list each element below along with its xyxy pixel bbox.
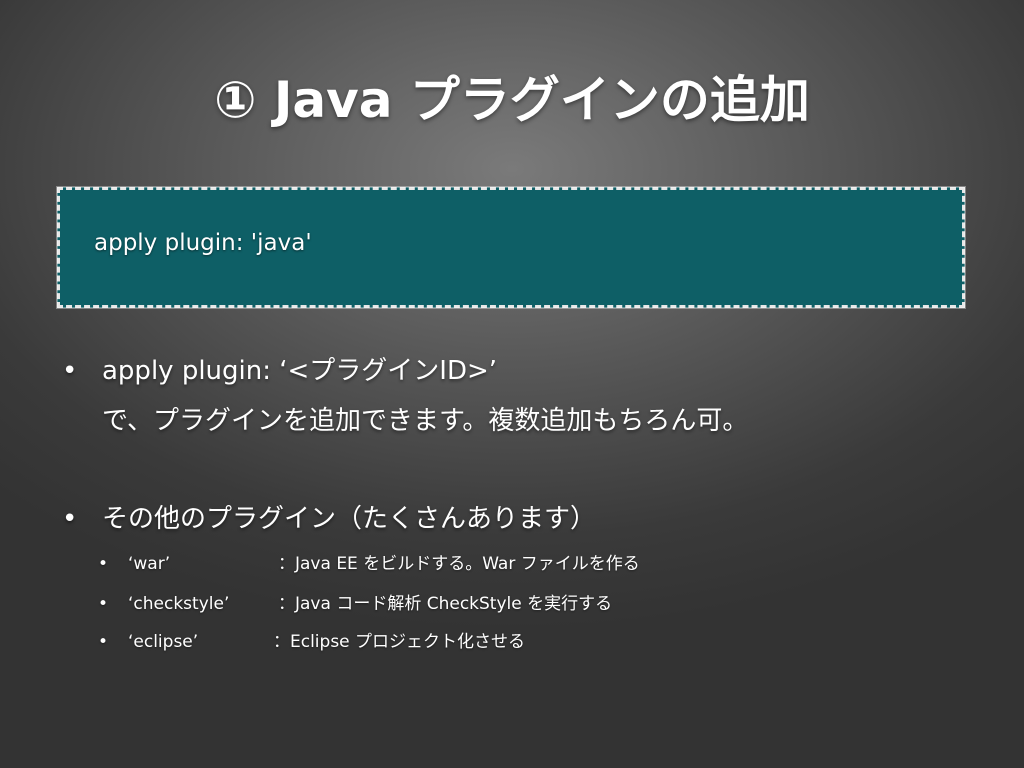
- bullet-marker: •: [62, 504, 78, 534]
- bullet-text-line2: で、プラグインを追加できます。複数追加もちろん可。: [102, 406, 749, 436]
- plugin-name: ‘checkstyle’: [128, 594, 230, 614]
- bullet-apply-plugin: • apply plugin: ‘<プラグインID>’ で、プラグインを追加でき…: [62, 346, 748, 446]
- code-snippet: apply plugin: 'java': [94, 230, 312, 256]
- slide: ① Java プラグインの追加 apply plugin: 'java' • a…: [0, 0, 1024, 768]
- code-box: apply plugin: 'java': [56, 186, 966, 309]
- bullet-text-line1: apply plugin: ‘<プラグインID>’: [102, 356, 498, 386]
- sub-bullet-marker: •: [98, 632, 109, 652]
- plugin-name: ‘war’: [128, 554, 171, 574]
- plugin-description: ：Java コード解析 CheckStyle を実行する: [278, 594, 613, 614]
- plugin-description: ：Java EE をビルドする。War ファイルを作る: [278, 554, 640, 574]
- bullet-other-plugins: • その他のプラグイン（たくさんあります）: [62, 494, 596, 544]
- bullet-marker: •: [62, 356, 78, 386]
- bullet-text: その他のプラグイン（たくさんあります）: [102, 504, 597, 534]
- plugin-name: ‘eclipse’: [128, 632, 199, 652]
- slide-title: ① Java プラグインの追加: [214, 71, 810, 129]
- sub-bullet-marker: •: [98, 554, 109, 574]
- sub-bullet-marker: •: [98, 594, 109, 614]
- plugin-description: ：Eclipse プロジェクト化させる: [273, 632, 526, 652]
